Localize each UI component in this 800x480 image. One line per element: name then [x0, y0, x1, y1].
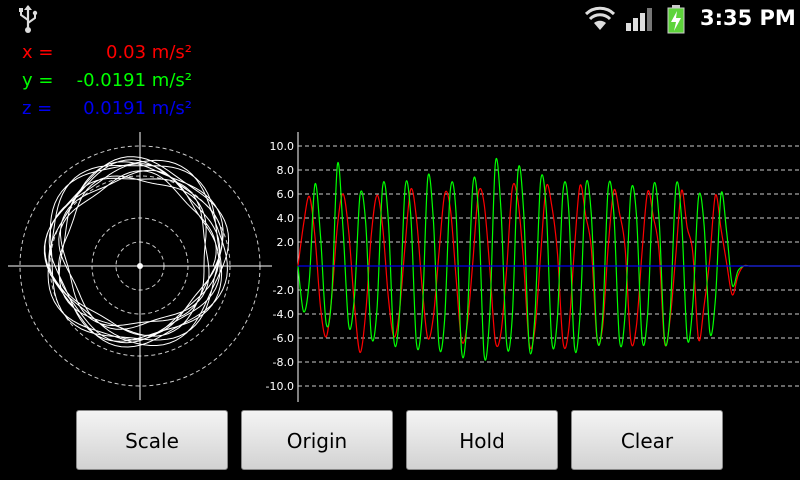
hold-button[interactable]: Hold	[406, 410, 558, 470]
x-value: 0.03 m/s²	[106, 42, 192, 63]
tick-labels: 10.0 8.0 6.0 4.0 2.0 -2.0 -4.0 -6.0 -8.0 -10.0	[266, 140, 294, 393]
signal-icon	[626, 8, 652, 31]
scale-button[interactable]: Scale	[76, 410, 228, 470]
y-tick-label: -2.0	[273, 284, 294, 297]
y-tick-label: 10.0	[270, 140, 295, 153]
y-tick-label: 4.0	[277, 212, 295, 225]
status-bar: 3:35 PM	[0, 0, 800, 38]
y-readout: y = -0.0191 m/s²	[22, 70, 192, 91]
orbit-trace	[43, 156, 230, 348]
usb-icon	[19, 5, 38, 33]
y-tick-label: -4.0	[273, 308, 294, 321]
z-value: 0.0191 m/s²	[83, 98, 192, 119]
status-clock: 3:35 PM	[700, 6, 796, 30]
y-label: y =	[22, 70, 54, 91]
y-tick-label: -8.0	[273, 356, 294, 369]
y-tick-label: -10.0	[266, 380, 294, 393]
series-lines	[297, 157, 800, 361]
y-value: -0.0191 m/s²	[76, 70, 192, 91]
x-readout: x = 0.03 m/s²	[22, 42, 192, 63]
wifi-icon	[584, 6, 616, 30]
x-label: x =	[22, 42, 54, 63]
battery-charging-icon	[667, 5, 685, 34]
y-tick-label: -6.0	[273, 332, 294, 345]
origin-button[interactable]: Origin	[241, 410, 393, 470]
y-tick-label: 6.0	[277, 188, 295, 201]
waveform-chart: 10.0 8.0 6.0 4.0 2.0 -2.0 -4.0 -6.0 -8.0 -10.0	[266, 132, 800, 402]
y-tick-label: 2.0	[277, 236, 295, 249]
z-label: z =	[22, 98, 53, 119]
orbit-path	[43, 156, 230, 348]
y-tick-label: 8.0	[277, 164, 295, 177]
clear-button[interactable]: Clear	[571, 410, 723, 470]
z-readout: z = 0.0191 m/s²	[22, 98, 192, 119]
orbit-plot	[8, 132, 272, 400]
